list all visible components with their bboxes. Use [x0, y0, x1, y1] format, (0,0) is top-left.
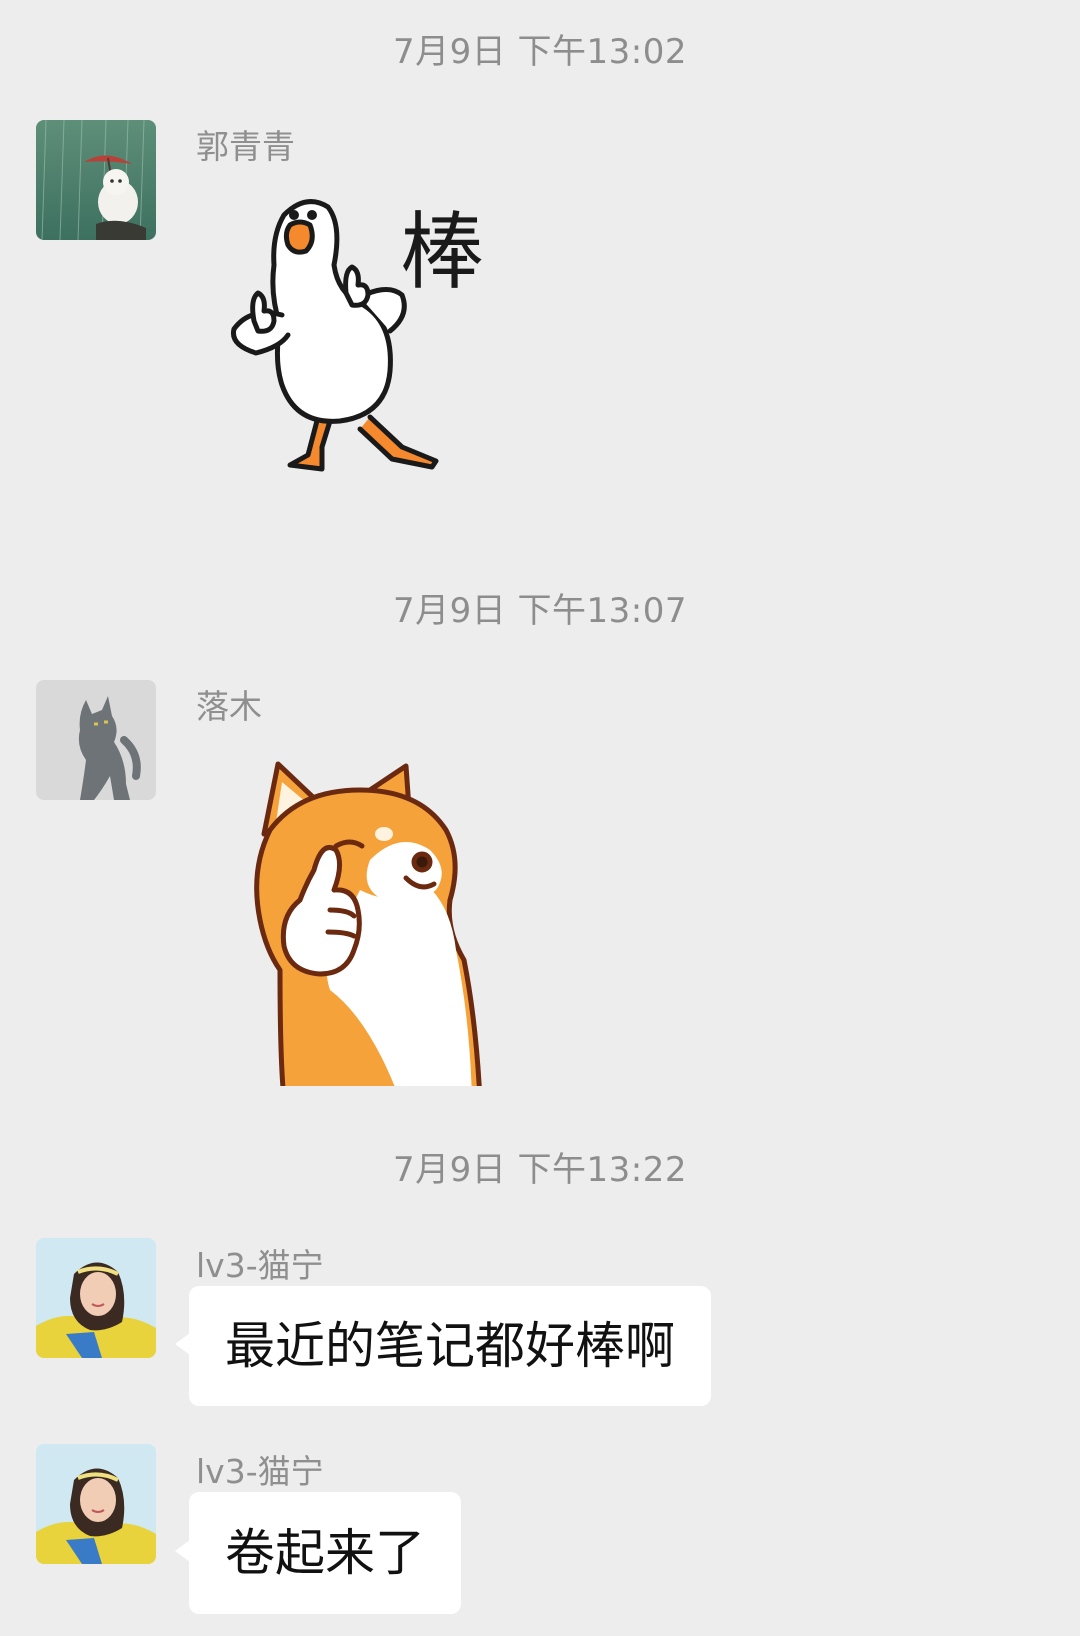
sticker-caption: 棒 [400, 203, 484, 301]
white-cat-with-umbrella-avatar [36, 120, 156, 240]
chat-view: 7月9日 下午13:02 郭青青 棒 7月9日 下午13:07 落木 7月9日 … [0, 0, 1080, 1636]
avatar[interactable] [36, 120, 156, 240]
timestamp: 7月9日 下午13:22 [392, 1150, 688, 1190]
message-bubble[interactable]: 卷起来了 [175, 1492, 461, 1614]
goose-thumbs-up-sticker[interactable]: 棒 [210, 185, 510, 485]
girl-in-yellow-avatar [36, 1238, 156, 1358]
sender-name: lv3-猫宁 [196, 1246, 324, 1285]
shiba-thumbs-up-sticker[interactable] [250, 760, 500, 1090]
message-bubble[interactable]: 最近的笔记都好棒啊 [175, 1286, 711, 1406]
avatar[interactable] [36, 1444, 156, 1564]
timestamp: 7月9日 下午13:07 [392, 591, 688, 631]
girl-in-yellow-avatar [36, 1444, 156, 1564]
avatar[interactable] [36, 1238, 156, 1358]
timestamp: 7月9日 下午13:02 [392, 32, 688, 72]
sender-name: 落木 [196, 687, 262, 726]
sender-name: lv3-猫宁 [196, 1452, 324, 1491]
avatar[interactable] [36, 680, 156, 800]
sender-name: 郭青青 [196, 127, 295, 166]
gray-cat-avatar [36, 680, 156, 800]
